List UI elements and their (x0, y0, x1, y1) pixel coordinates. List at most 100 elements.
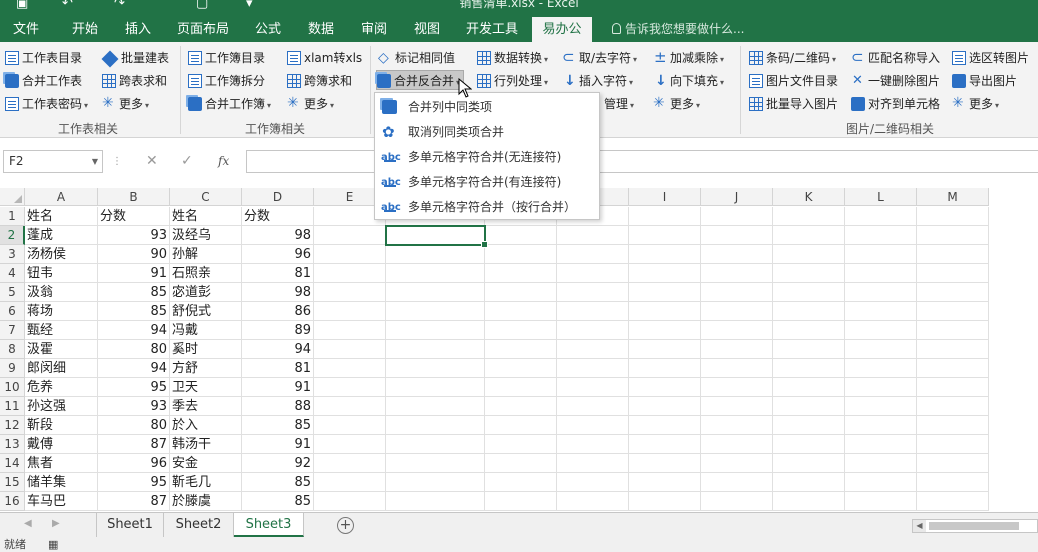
cell-h15[interactable] (557, 473, 629, 492)
cell-k6[interactable] (773, 302, 845, 321)
sheet-tab-1[interactable]: Sheet1 (96, 513, 164, 537)
cell-i3[interactable] (629, 245, 701, 264)
row-column-process-button[interactable]: 行列处理 ▾ (477, 71, 548, 91)
cell-a16[interactable]: 车马巴 (25, 492, 98, 511)
menu-item-concat-no-sep[interactable]: 多单元格字符合并(无连接符) (375, 145, 599, 170)
menu-item-unmerge-same[interactable]: 取消列同类项合并 (375, 120, 599, 144)
cell-d5[interactable]: 98 (242, 283, 314, 302)
tab-home[interactable]: 开始 (60, 17, 110, 42)
cell-l4[interactable] (845, 264, 917, 283)
cell-f3[interactable] (386, 245, 485, 264)
column-header-b[interactable]: B (98, 188, 170, 206)
column-header-d[interactable]: D (242, 188, 314, 206)
cell-e6[interactable] (314, 302, 386, 321)
row-header-14[interactable]: 14 (0, 454, 25, 473)
cell-g5[interactable] (485, 283, 557, 302)
cell-h16[interactable] (557, 492, 629, 511)
cell-l7[interactable] (845, 321, 917, 340)
cell-b13[interactable]: 87 (98, 435, 170, 454)
cell-a3[interactable]: 汤杨侯 (25, 245, 98, 264)
scroll-left-icon[interactable]: ◀ (913, 520, 926, 532)
cell-i9[interactable] (629, 359, 701, 378)
column-header-i[interactable]: I (629, 188, 701, 206)
formula-input[interactable] (246, 150, 1038, 173)
cell-j11[interactable] (701, 397, 773, 416)
cell-d1[interactable]: 分数 (242, 207, 314, 226)
tell-me-box[interactable]: 告诉我您想要做什么... (612, 17, 744, 42)
prev-sheet-icon[interactable]: ◀ (24, 518, 32, 529)
cell-e9[interactable] (314, 359, 386, 378)
cell-c6[interactable]: 舒倪式 (170, 302, 242, 321)
cell-j13[interactable] (701, 435, 773, 454)
row-header-3[interactable]: 3 (0, 245, 25, 264)
cell-b15[interactable]: 95 (98, 473, 170, 492)
cell-j12[interactable] (701, 416, 773, 435)
cell-a13[interactable]: 戴傅 (25, 435, 98, 454)
more-sheet-button[interactable]: 更多▾ (102, 93, 149, 114)
cell-i11[interactable] (629, 397, 701, 416)
column-header-k[interactable]: K (773, 188, 845, 206)
tab-insert[interactable]: 插入 (114, 17, 162, 42)
column-header-j[interactable]: J (701, 188, 773, 206)
cell-b4[interactable]: 91 (98, 264, 170, 283)
cell-d15[interactable]: 85 (242, 473, 314, 492)
cell-h4[interactable] (557, 264, 629, 283)
cell-a8[interactable]: 汲霍 (25, 340, 98, 359)
cell-a1[interactable]: 姓名 (25, 207, 98, 226)
cell-e14[interactable] (314, 454, 386, 473)
cell-i10[interactable] (629, 378, 701, 397)
cell-i13[interactable] (629, 435, 701, 454)
cell-c2[interactable]: 汲经乌 (170, 226, 242, 245)
cell-g14[interactable] (485, 454, 557, 473)
cross-sheet-sum-button[interactable]: 跨表求和 (102, 71, 167, 91)
cell-h12[interactable] (557, 416, 629, 435)
cell-e16[interactable] (314, 492, 386, 511)
cell-h11[interactable] (557, 397, 629, 416)
cell-f9[interactable] (386, 359, 485, 378)
cell-g11[interactable] (485, 397, 557, 416)
merge-worksheets-button[interactable]: 合并工作表 (5, 71, 82, 91)
cell-d12[interactable]: 85 (242, 416, 314, 435)
cell-b7[interactable]: 94 (98, 321, 170, 340)
menu-item-concat-by-row[interactable]: 多单元格字符合并（按行合并） (375, 195, 599, 220)
menu-item-merge-same[interactable]: 合并列中同类项 (375, 95, 599, 119)
cell-b9[interactable]: 94 (98, 359, 170, 378)
cell-c13[interactable]: 韩汤干 (170, 435, 242, 454)
cell-l10[interactable] (845, 378, 917, 397)
barcode-qrcode-button[interactable]: 条码/二维码 ▾ (749, 48, 836, 68)
cell-b12[interactable]: 80 (98, 416, 170, 435)
cell-c7[interactable]: 冯戴 (170, 321, 242, 340)
cell-b10[interactable]: 95 (98, 378, 170, 397)
manage-button[interactable]: 管理 ▾ (604, 94, 634, 114)
cell-j8[interactable] (701, 340, 773, 359)
cell-h5[interactable] (557, 283, 629, 302)
data-conversion-button[interactable]: 数据转换 ▾ (477, 48, 548, 68)
cell-l2[interactable] (845, 226, 917, 245)
cell-d6[interactable]: 86 (242, 302, 314, 321)
cell-g13[interactable] (485, 435, 557, 454)
row-header-8[interactable]: 8 (0, 340, 25, 359)
cell-f13[interactable] (386, 435, 485, 454)
cell-m12[interactable] (917, 416, 989, 435)
cell-e11[interactable] (314, 397, 386, 416)
cell-i1[interactable] (629, 207, 701, 226)
cell-j2[interactable] (701, 226, 773, 245)
cell-c5[interactable]: 宓道彭 (170, 283, 242, 302)
delete-all-images-button[interactable]: 一键删除图片 (851, 71, 940, 91)
cell-h8[interactable] (557, 340, 629, 359)
cell-e8[interactable] (314, 340, 386, 359)
cell-k1[interactable] (773, 207, 845, 226)
match-name-import-button[interactable]: 匹配名称导入 (851, 47, 940, 68)
cell-e13[interactable] (314, 435, 386, 454)
cell-j9[interactable] (701, 359, 773, 378)
cell-b5[interactable]: 85 (98, 283, 170, 302)
cell-g16[interactable] (485, 492, 557, 511)
sheet-tab-3[interactable]: Sheet3 (234, 513, 304, 537)
row-header-7[interactable]: 7 (0, 321, 25, 340)
tab-yibangong[interactable]: 易办公 (532, 17, 592, 42)
cell-d10[interactable]: 91 (242, 378, 314, 397)
cell-m8[interactable] (917, 340, 989, 359)
cell-k12[interactable] (773, 416, 845, 435)
cell-j7[interactable] (701, 321, 773, 340)
cell-g12[interactable] (485, 416, 557, 435)
